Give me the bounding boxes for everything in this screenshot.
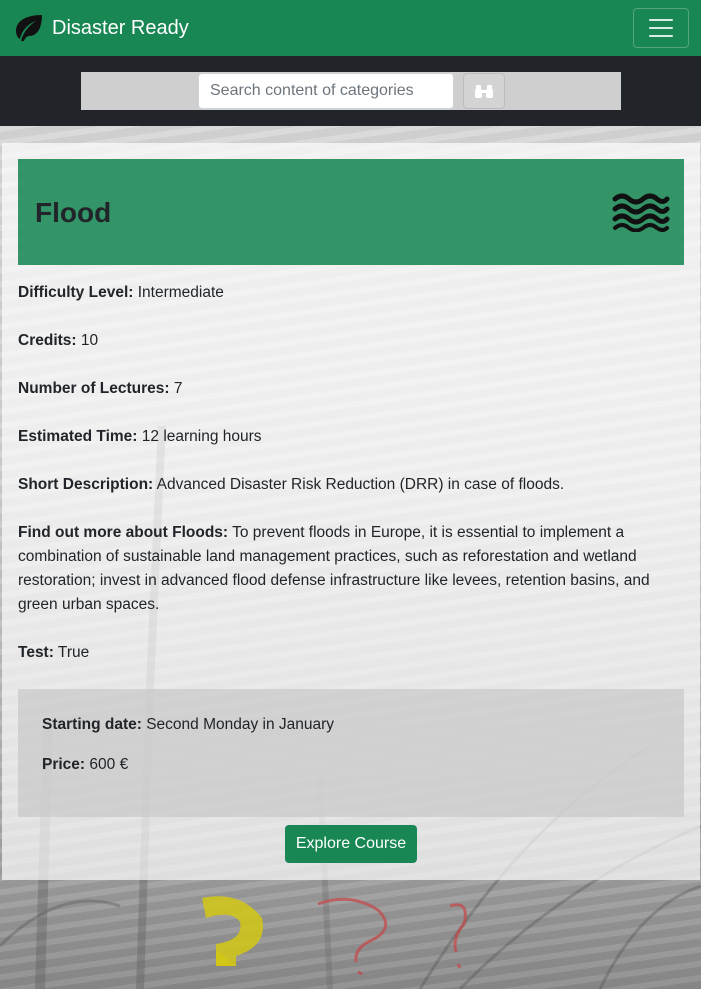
difficulty-label: Difficulty Level: [18, 284, 134, 301]
brand-name: Disaster Ready [52, 16, 189, 39]
hamburger-menu-icon [649, 19, 673, 21]
starting-date-label: Starting date: [42, 716, 142, 733]
short-description-field: Short Description: Advanced Disaster Ris… [18, 473, 688, 497]
lectures-value: 7 [173, 380, 183, 397]
time-field: Estimated Time: 12 learning hours [18, 425, 688, 449]
enrollment-info-box: Starting date: Second Monday in January … [18, 689, 684, 817]
background-question-art [202, 896, 467, 976]
top-navbar: Disaster Ready [0, 0, 701, 56]
difficulty-field: Difficulty Level: Intermediate [18, 281, 688, 305]
test-label: Test: [18, 644, 54, 661]
credits-field: Credits: 10 [18, 329, 688, 353]
lectures-label: Number of Lectures: [18, 380, 170, 397]
credits-value: 10 [80, 332, 99, 349]
search-input[interactable] [198, 73, 454, 109]
time-label: Estimated Time: [18, 428, 138, 445]
starting-date-value: Second Monday in January [146, 716, 335, 733]
price-field: Price: 600 € [42, 753, 662, 777]
brand[interactable]: Disaster Ready [12, 13, 189, 43]
difficulty-value: Intermediate [137, 284, 224, 301]
credits-label: Credits: [18, 332, 77, 349]
search-box [81, 72, 621, 110]
test-field: Test: True [18, 641, 688, 665]
short-description-value: Advanced Disaster Risk Reduction (DRR) i… [156, 476, 565, 493]
lectures-field: Number of Lectures: 7 [18, 377, 688, 401]
search-bar-area [0, 56, 701, 126]
binoculars-icon [475, 85, 493, 98]
starting-date-field: Starting date: Second Monday in January [42, 713, 662, 737]
course-header: Flood [18, 159, 684, 265]
menu-toggle-button[interactable] [633, 8, 689, 48]
more-info-field: Find out more about Floods: To prevent f… [18, 521, 688, 617]
water-waves-icon [612, 193, 670, 232]
test-value: True [57, 644, 90, 661]
more-info-label: Find out more about Floods: [18, 524, 229, 541]
time-value: 12 learning hours [141, 428, 262, 445]
explore-course-button[interactable]: Explore Course [285, 825, 417, 863]
search-button[interactable] [463, 73, 505, 109]
course-title: Flood [35, 197, 112, 228]
short-description-label: Short Description: [18, 476, 154, 493]
course-card: Flood Difficulty Level: Intermediate Cre… [2, 143, 700, 880]
price-label: Price: [42, 756, 86, 773]
price-value: 600 € [89, 756, 129, 773]
leaf-icon [16, 15, 42, 41]
